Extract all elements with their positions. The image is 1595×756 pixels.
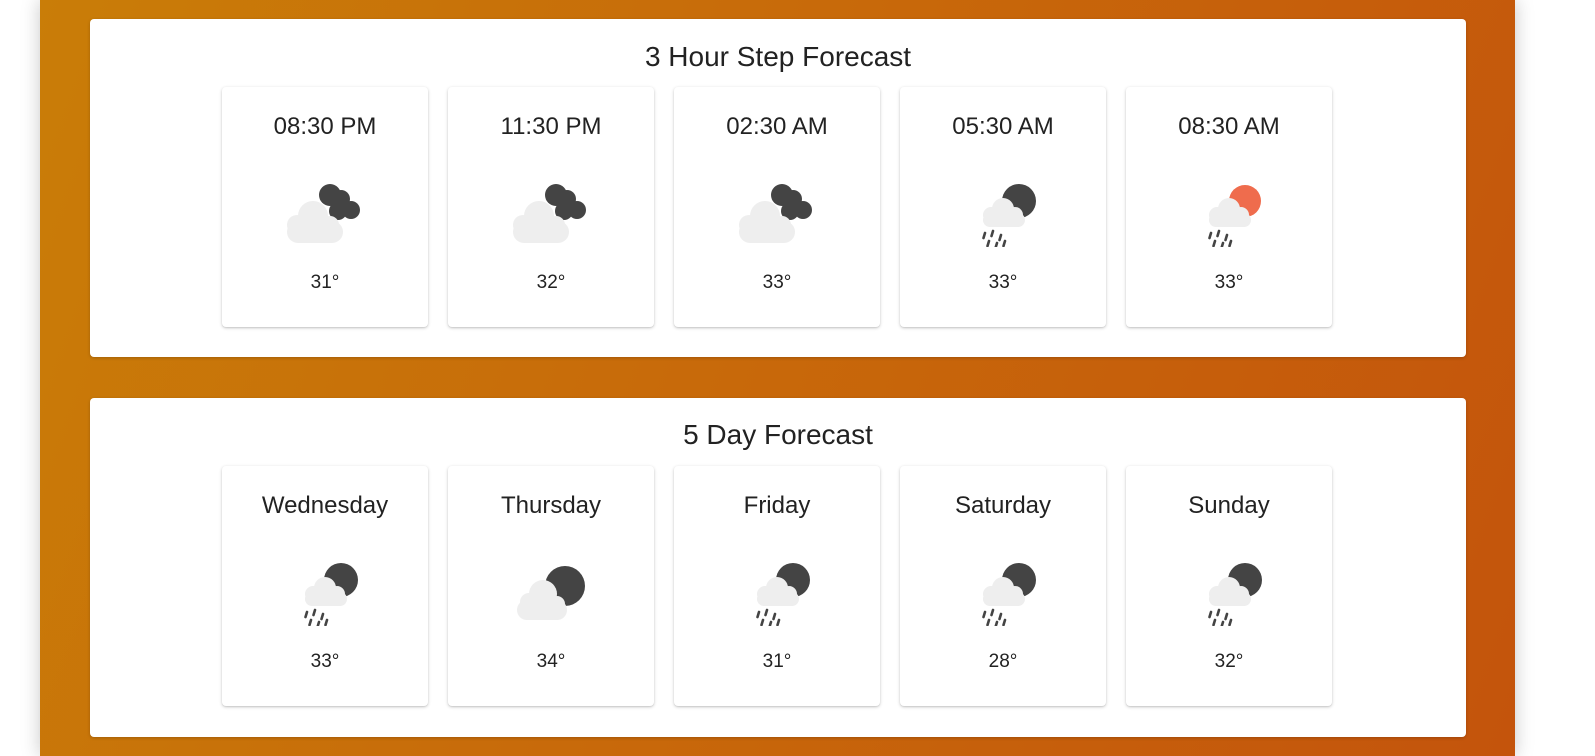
rain-night-icon [1179, 550, 1279, 626]
forecast-temperature: 33° [310, 651, 340, 672]
daily-forecast-card[interactable]: Friday 31° [674, 466, 880, 706]
forecast-day: Friday [743, 492, 811, 519]
partly-cloudy-night-icon [501, 550, 601, 626]
forecast-day: Wednesday [261, 492, 389, 519]
hourly-forecast-card[interactable]: 11:30 PM 32° [448, 87, 654, 327]
daily-forecast-card[interactable]: Sunday 32° [1126, 466, 1332, 706]
forecast-temperature: 33° [762, 272, 792, 293]
hourly-forecast-card[interactable]: 08:30 AM 33° [1126, 87, 1332, 327]
rain-night-icon [953, 171, 1053, 247]
daily-forecast-cards: Wednesday 33° Thursday 34° Friday 31° Sa… [222, 466, 1332, 706]
cloudy-night-icon [727, 171, 827, 247]
forecast-temperature: 33° [988, 272, 1018, 293]
forecast-temperature: 28° [988, 651, 1018, 672]
cloudy-night-icon [501, 171, 601, 247]
forecast-day: Sunday [1188, 492, 1270, 519]
forecast-time: 11:30 PM [500, 113, 602, 140]
forecast-time: 05:30 AM [952, 113, 1054, 140]
forecast-temperature: 31° [310, 272, 340, 293]
hourly-forecast-section: 3 Hour Step Forecast 08:30 PM 31° 11:30 … [90, 19, 1466, 357]
forecast-time: 02:30 AM [726, 113, 828, 140]
forecast-temperature: 33° [1214, 272, 1244, 293]
forecast-day: Thursday [500, 492, 602, 519]
cloudy-night-icon [275, 171, 375, 247]
rain-night-icon [727, 550, 827, 626]
app-frame: 3 Hour Step Forecast 08:30 PM 31° 11:30 … [40, 0, 1515, 756]
hourly-forecast-card[interactable]: 05:30 AM 33° [900, 87, 1106, 327]
daily-forecast-card[interactable]: Wednesday 33° [222, 466, 428, 706]
daily-forecast-card[interactable]: Saturday 28° [900, 466, 1106, 706]
forecast-temperature: 31° [762, 651, 792, 672]
hourly-forecast-card[interactable]: 02:30 AM 33° [674, 87, 880, 327]
hourly-forecast-cards: 08:30 PM 31° 11:30 PM 32° 02:30 AM 33° 0… [222, 87, 1332, 327]
forecast-time: 08:30 PM [273, 113, 377, 140]
forecast-day: Saturday [954, 492, 1052, 519]
hourly-forecast-title: 3 Hour Step Forecast [644, 41, 912, 72]
daily-forecast-title: 5 Day Forecast [683, 419, 873, 450]
rain-night-icon [275, 550, 375, 626]
hourly-forecast-card[interactable]: 08:30 PM 31° [222, 87, 428, 327]
forecast-time: 08:30 AM [1178, 113, 1280, 140]
daily-forecast-section: 5 Day Forecast Wednesday 33° Thursday 34… [90, 398, 1466, 737]
daily-forecast-card[interactable]: Thursday 34° [448, 466, 654, 706]
forecast-temperature: 32° [536, 272, 566, 293]
rain-night-icon [953, 550, 1053, 626]
forecast-temperature: 34° [536, 651, 566, 672]
forecast-temperature: 32° [1214, 651, 1244, 672]
rain-day-icon [1179, 171, 1279, 247]
